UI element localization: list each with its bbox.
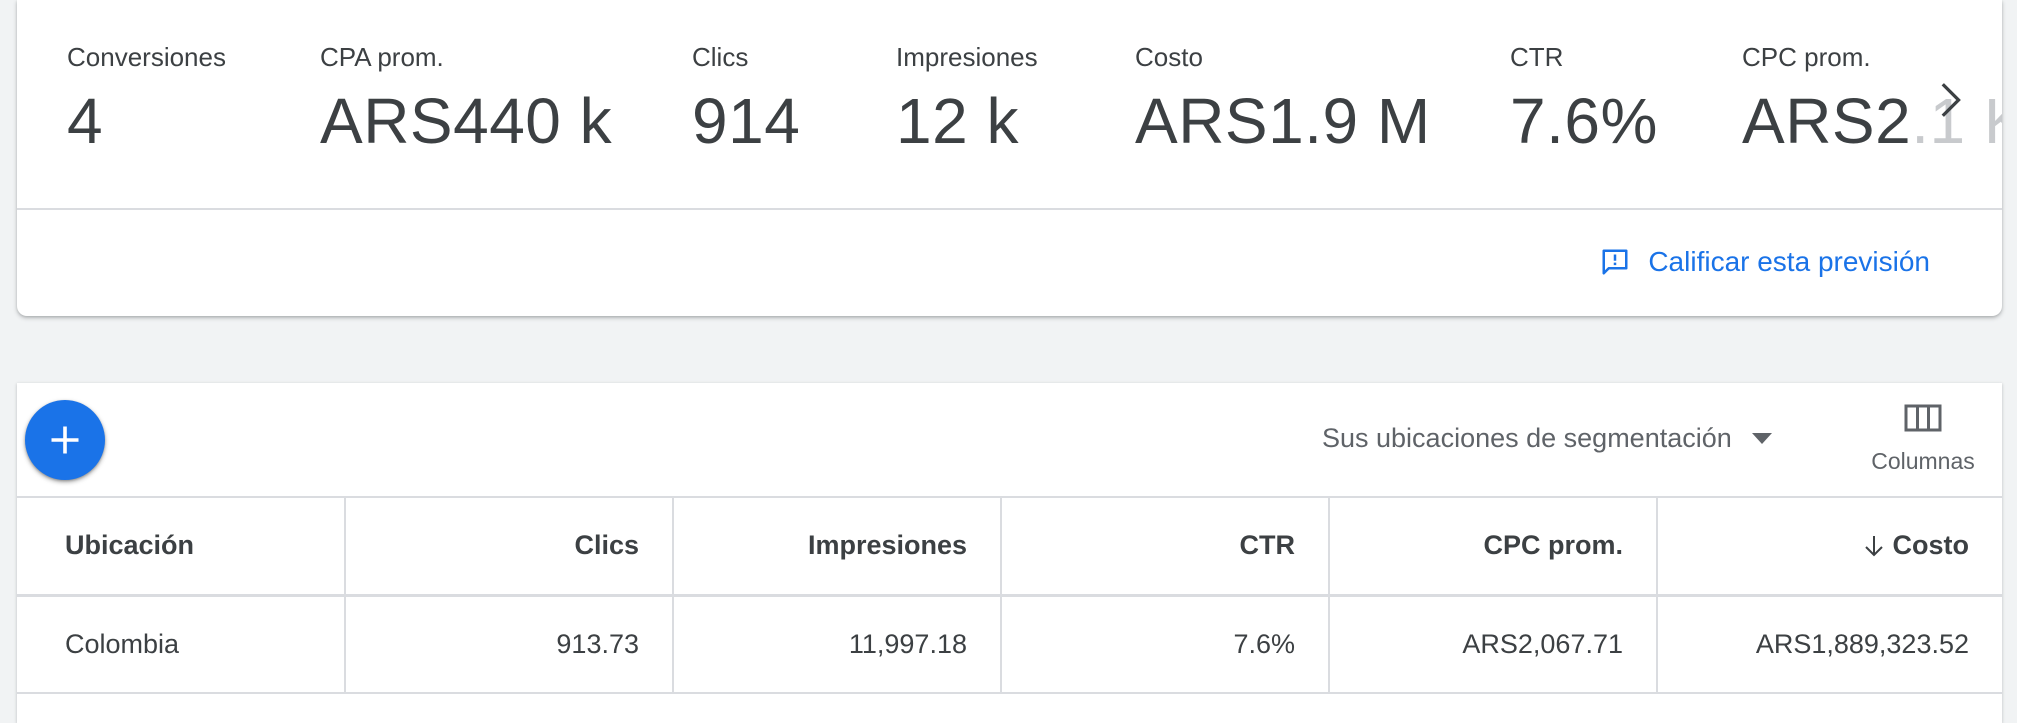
metric-value: 4: [67, 85, 104, 157]
metric-value: ARS1.9 M: [1135, 85, 1431, 157]
metric-avg-cpa[interactable]: CPA prom. ARS440 k: [320, 42, 612, 156]
cell-cost: ARS1,889,323.52: [1755, 628, 1969, 659]
rate-forecast-label: Calificar esta previsión: [1648, 246, 1930, 277]
forecast-summary-card: Conversiones 4 CPA prom. ARS440 k Clics …: [17, 0, 2002, 316]
metric-label: Costo: [1135, 42, 1203, 72]
metric-label: Conversiones: [67, 42, 226, 72]
locations-table: Ubicación Clics Impresiones CTR CPC prom…: [17, 496, 2002, 694]
metric-impressions[interactable]: Impresiones 12 k: [896, 42, 1038, 156]
chevron-right-icon[interactable]: [1927, 78, 1971, 122]
metrics-row: Conversiones 4 CPA prom. ARS440 k Clics …: [17, 0, 2002, 210]
metric-value: 914: [692, 85, 801, 157]
feedback-icon: [1602, 249, 1628, 275]
metric-ctr[interactable]: CTR 7.6%: [1510, 42, 1658, 156]
column-header-location[interactable]: Ubicación: [17, 497, 346, 595]
locations-table-card: Sus ubicaciones de segmentación Columnas…: [17, 383, 2002, 723]
columns-button[interactable]: Columnas: [1853, 403, 1993, 475]
column-header-ctr[interactable]: CTR: [1001, 497, 1330, 595]
table-row[interactable]: Colombia 913.73 11,997.18 7.6% ARS2,067.…: [17, 595, 2002, 693]
arrow-down-icon: [1864, 536, 1883, 557]
columns-label: Columnas: [1871, 448, 1975, 474]
column-header-clicks[interactable]: Clics: [345, 497, 674, 595]
metric-conversions[interactable]: Conversiones 4: [67, 42, 226, 156]
columns-icon: [1904, 404, 1942, 432]
metric-clicks[interactable]: Clics 914: [692, 42, 800, 156]
cell-impressions: 11,997.18: [673, 595, 1002, 693]
segment-dropdown-label: Sus ubicaciones de segmentación: [1322, 423, 1732, 453]
table-header-row: Ubicación Clics Impresiones CTR CPC prom…: [17, 497, 2002, 595]
cell-ctr: 7.6%: [1001, 595, 1330, 693]
cell-avg-cpc: ARS2,067.71: [1329, 595, 1658, 693]
cell-clicks: 913.73: [345, 595, 674, 693]
add-location-button[interactable]: [25, 400, 105, 480]
rate-forecast-link[interactable]: Calificar esta previsión: [1600, 246, 1930, 278]
column-header-avg-cpc[interactable]: CPC prom.: [1329, 497, 1658, 595]
metric-label: CPC prom.: [1742, 42, 1871, 72]
metric-label: CPA prom.: [320, 42, 444, 72]
add-icon: [51, 426, 79, 454]
metric-label: CTR: [1510, 42, 1564, 72]
column-header-impressions[interactable]: Impresiones: [673, 497, 1002, 595]
caret-down-icon: [1751, 432, 1772, 444]
metric-cost[interactable]: Costo ARS1.9 M: [1135, 42, 1431, 156]
column-header-cost-label: Costo: [1892, 530, 1970, 561]
metric-value-visible: ARS2: [1742, 85, 1912, 157]
cell-location: Colombia: [17, 595, 346, 693]
segment-locations-dropdown[interactable]: Sus ubicaciones de segmentación: [1322, 423, 1772, 454]
metric-value: 7.6%: [1510, 85, 1658, 157]
metric-label: Impresiones: [896, 42, 1038, 72]
metric-value: 12 k: [896, 85, 1019, 157]
metric-value: ARS440 k: [320, 85, 613, 157]
metric-label: Clics: [692, 42, 749, 72]
column-header-cost[interactable]: Costo: [1657, 497, 2002, 595]
